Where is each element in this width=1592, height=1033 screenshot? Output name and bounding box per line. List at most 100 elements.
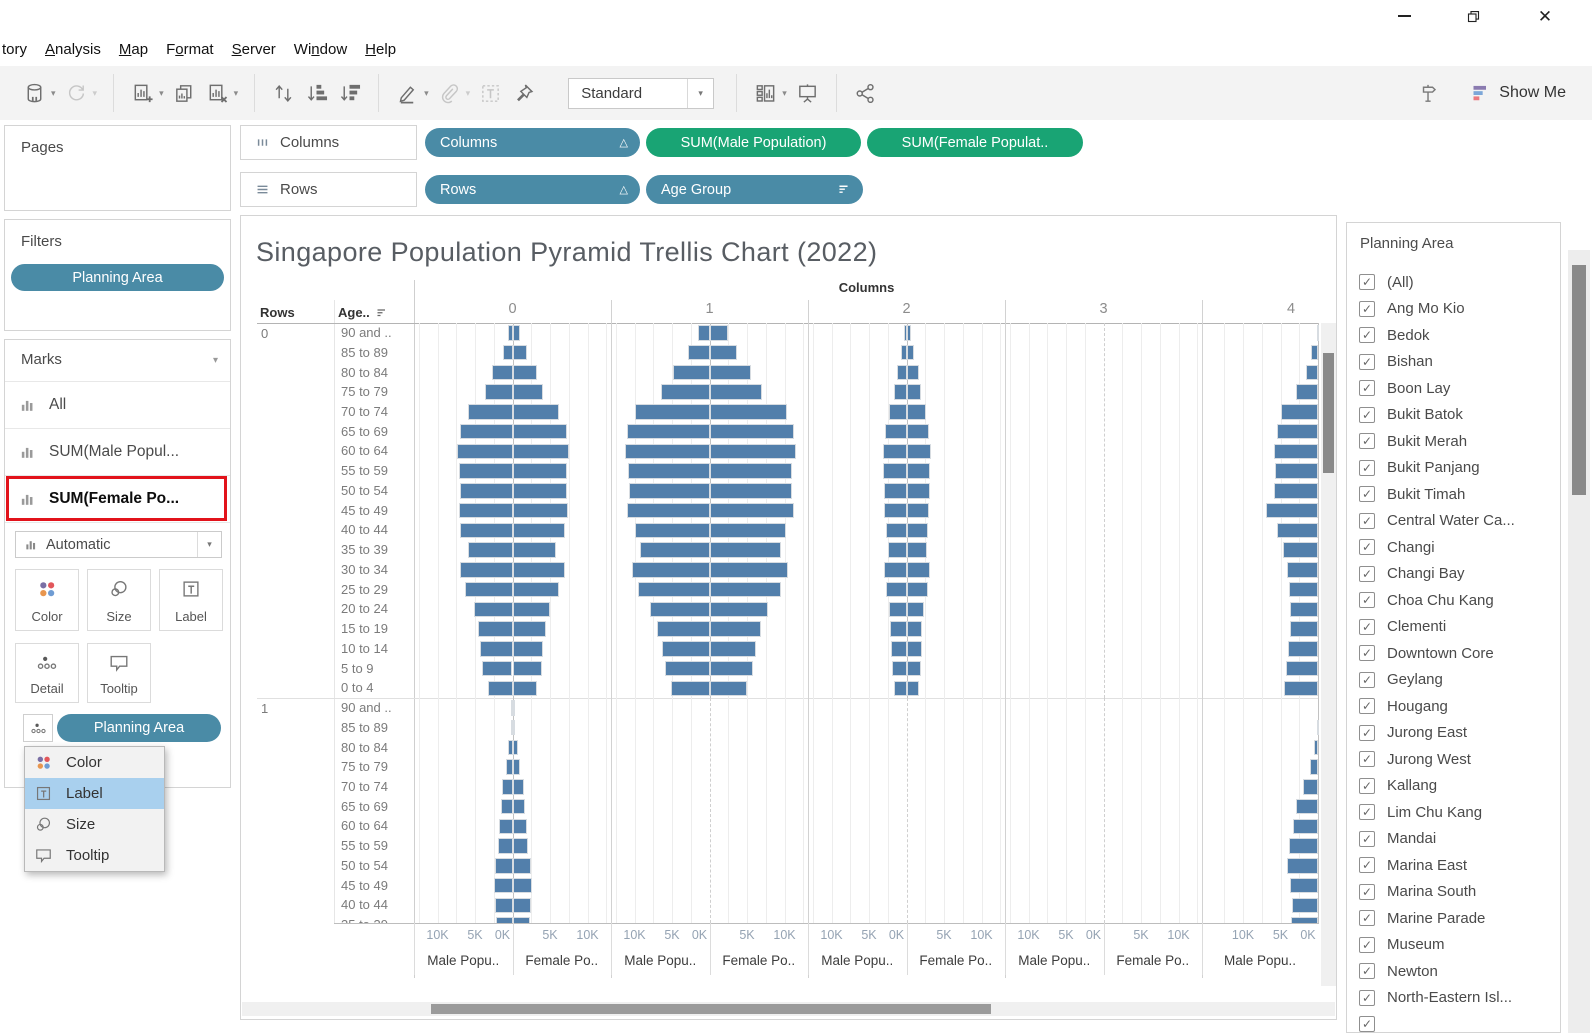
vertical-scrollbar-thumb[interactable] bbox=[1323, 353, 1334, 473]
pyramid-bar-male[interactable] bbox=[460, 483, 513, 499]
filter-scrollbar-thumb[interactable] bbox=[1572, 265, 1586, 495]
checkbox-checked[interactable]: ✓ bbox=[1359, 725, 1375, 741]
checkbox-checked[interactable]: ✓ bbox=[1359, 672, 1375, 688]
pyramid-bar-female[interactable] bbox=[513, 424, 567, 440]
pyramid-bar-male[interactable] bbox=[501, 799, 513, 815]
pill-sum-female-populat[interactable]: SUM(Female Populat.. bbox=[867, 128, 1083, 157]
pyramid-bar-male[interactable] bbox=[650, 602, 710, 618]
filter-item-partial[interactable]: ✓ bbox=[1347, 1011, 1560, 1033]
menu-item-help[interactable]: Help bbox=[356, 41, 405, 58]
pyramid-bar-female[interactable] bbox=[907, 582, 928, 598]
pyramid-bar-male[interactable] bbox=[459, 463, 513, 479]
show-hide-cards-icon[interactable] bbox=[754, 82, 777, 105]
pyramid-bar-male[interactable] bbox=[1290, 621, 1319, 637]
pyramid-bar-male[interactable] bbox=[897, 365, 907, 381]
pyramid-bar-male[interactable] bbox=[1317, 720, 1319, 736]
filter-item-downtown-core[interactable]: ✓Downtown Core bbox=[1347, 640, 1560, 666]
pyramid-bar-male[interactable] bbox=[488, 681, 513, 697]
pyramid-bar-female[interactable] bbox=[710, 503, 794, 519]
filter-item-marina-east[interactable]: ✓Marina East bbox=[1347, 852, 1560, 878]
pyramid-bar-male[interactable] bbox=[627, 503, 710, 519]
pyramid-bar-male[interactable] bbox=[632, 562, 710, 578]
pyramid-bar-female[interactable] bbox=[513, 503, 569, 519]
pyramid-bar-male[interactable] bbox=[1288, 641, 1318, 657]
pyramid-bar-male[interactable] bbox=[1275, 463, 1318, 479]
pyramid-bar-female[interactable] bbox=[513, 819, 527, 835]
checkbox-checked[interactable]: ✓ bbox=[1359, 539, 1375, 555]
pyramid-bar-male[interactable] bbox=[1306, 365, 1318, 381]
dropdown-caret-icon[interactable]: ▾ bbox=[424, 88, 429, 99]
pyramid-bar-female[interactable] bbox=[513, 582, 560, 598]
pyramid-bar-female[interactable] bbox=[710, 345, 738, 361]
pyramid-bar-female[interactable] bbox=[907, 384, 921, 400]
menu-item-map[interactable]: Map bbox=[110, 41, 157, 58]
pyramid-bar-female[interactable] bbox=[907, 365, 919, 381]
tooltip-button[interactable]: Tooltip bbox=[87, 643, 151, 703]
pyramid-bar-male[interactable] bbox=[627, 424, 710, 440]
pyramid-bar-female[interactable] bbox=[513, 858, 532, 874]
filter-item-geylang[interactable]: ✓Geylang bbox=[1347, 667, 1560, 693]
filter-item-mandai[interactable]: ✓Mandai bbox=[1347, 826, 1560, 852]
swap-rows-columns-icon[interactable] bbox=[272, 82, 295, 105]
filter-item-central-water-ca[interactable]: ✓Central Water Ca... bbox=[1347, 508, 1560, 534]
pyramid-bar-female[interactable] bbox=[513, 345, 527, 361]
pyramid-bar-male[interactable] bbox=[1274, 444, 1318, 460]
horizontal-scrollbar-thumb[interactable] bbox=[431, 1004, 991, 1014]
pyramid-bar-male[interactable] bbox=[894, 681, 907, 697]
pyramid-bar-male[interactable] bbox=[498, 838, 513, 854]
new-worksheet-icon[interactable] bbox=[131, 82, 154, 105]
pyramid-bar-male[interactable] bbox=[662, 641, 710, 657]
mark-type-select[interactable]: Automatic ▾ bbox=[15, 531, 222, 558]
filter-item-choa-chu-kang[interactable]: ✓Choa Chu Kang bbox=[1347, 587, 1560, 613]
pyramid-bar-female[interactable] bbox=[907, 424, 930, 440]
pyramid-bar-male[interactable] bbox=[495, 858, 513, 874]
pyramid-bar-male[interactable] bbox=[886, 523, 907, 539]
menu-item-server[interactable]: Server bbox=[223, 41, 285, 58]
filter-item-museum[interactable]: ✓Museum bbox=[1347, 932, 1560, 958]
pill-age-group[interactable]: Age Group bbox=[646, 175, 863, 204]
pyramid-bar-male[interactable] bbox=[468, 542, 512, 558]
checkbox-checked[interactable]: ✓ bbox=[1359, 407, 1375, 423]
context-menu-item-color[interactable]: Color bbox=[25, 747, 164, 778]
data-source-icon[interactable] bbox=[23, 82, 46, 105]
checkbox-checked[interactable]: ✓ bbox=[1359, 698, 1375, 714]
share-icon[interactable] bbox=[854, 82, 877, 105]
sort-descending-icon[interactable] bbox=[338, 82, 361, 105]
presentation-mode-icon[interactable] bbox=[796, 82, 819, 105]
filter-item-bukit-panjang[interactable]: ✓Bukit Panjang bbox=[1347, 455, 1560, 481]
pyramid-bar-female[interactable] bbox=[710, 483, 793, 499]
pyramid-bar-male[interactable] bbox=[1317, 325, 1319, 341]
pyramid-bar-female[interactable] bbox=[710, 325, 728, 341]
checkbox-checked[interactable]: ✓ bbox=[1359, 327, 1375, 343]
pyramid-bar-male[interactable] bbox=[465, 582, 512, 598]
pyramid-bar-male[interactable] bbox=[1290, 602, 1318, 618]
pyramid-bar-female[interactable] bbox=[907, 404, 927, 420]
pyramid-bar-female[interactable] bbox=[710, 621, 761, 637]
fit-mode-caret-icon[interactable]: ▾ bbox=[687, 79, 713, 108]
marks-menu-caret-icon[interactable]: ▾ bbox=[213, 355, 218, 366]
checkbox-checked[interactable]: ✓ bbox=[1359, 831, 1375, 847]
menu-item-analysis[interactable]: Analysis bbox=[36, 41, 110, 58]
pyramid-bar-male[interactable] bbox=[883, 463, 906, 479]
pyramid-bar-female[interactable] bbox=[710, 463, 793, 479]
pyramid-bar-female[interactable] bbox=[513, 720, 516, 736]
filter-item-all[interactable]: ✓(All) bbox=[1347, 269, 1560, 295]
pyramid-bar-male[interactable] bbox=[657, 621, 710, 637]
pyramid-bar-female[interactable] bbox=[710, 542, 781, 558]
filter-item-bishan[interactable]: ✓Bishan bbox=[1347, 349, 1560, 375]
pyramid-bar-male[interactable] bbox=[886, 582, 907, 598]
context-menu-item-label[interactable]: Label bbox=[25, 778, 164, 809]
checkbox-checked[interactable]: ✓ bbox=[1359, 751, 1375, 767]
pyramid-bar-female[interactable] bbox=[513, 463, 568, 479]
filter-item-kallang[interactable]: ✓Kallang bbox=[1347, 773, 1560, 799]
pyramid-bar-male[interactable] bbox=[889, 602, 907, 618]
pill-columns[interactable]: Columns△ bbox=[425, 128, 640, 157]
dropdown-caret-icon[interactable]: ▾ bbox=[159, 88, 164, 99]
pyramid-bar-female[interactable] bbox=[513, 917, 530, 923]
checkbox-checked[interactable]: ✓ bbox=[1359, 274, 1375, 290]
pyramid-bar-male[interactable] bbox=[1303, 779, 1318, 795]
highlight-icon[interactable] bbox=[396, 82, 419, 105]
vertical-scrollbar[interactable] bbox=[1321, 323, 1336, 986]
pyramid-bar-female[interactable] bbox=[710, 602, 769, 618]
pyramid-bar-male[interactable] bbox=[1266, 503, 1318, 519]
